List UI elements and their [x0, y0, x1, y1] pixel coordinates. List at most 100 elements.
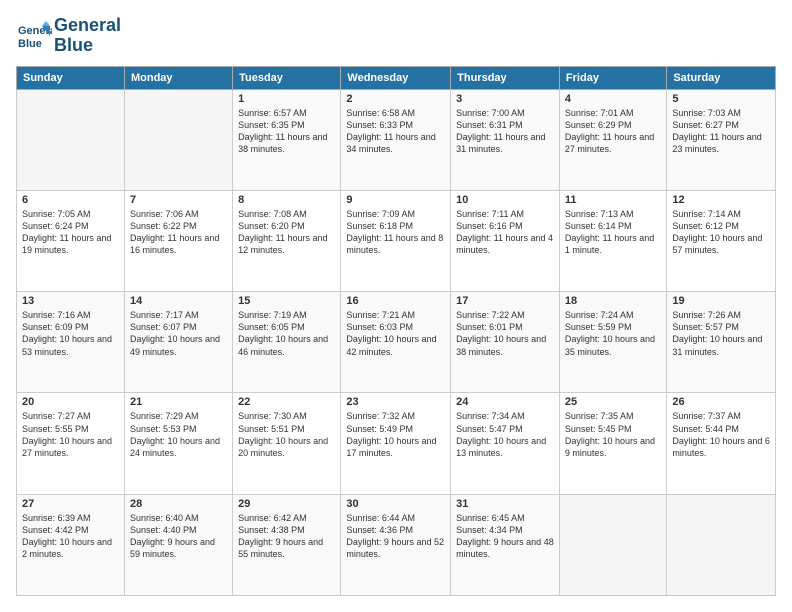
day-number: 31 [456, 498, 554, 510]
day-info: Sunrise: 7:00 AM Sunset: 6:31 PM Dayligh… [456, 107, 554, 156]
day-info: Sunrise: 7:24 AM Sunset: 5:59 PM Dayligh… [565, 309, 661, 358]
day-info: Sunrise: 6:45 AM Sunset: 4:34 PM Dayligh… [456, 512, 554, 561]
logo-icon: General Blue [16, 18, 52, 54]
svg-text:Blue: Blue [18, 38, 42, 50]
day-cell: 24 Sunrise: 7:34 AM Sunset: 5:47 PM Dayli… [451, 393, 560, 494]
day-info: Sunrise: 7:30 AM Sunset: 5:51 PM Dayligh… [238, 410, 335, 459]
day-number: 29 [238, 498, 335, 510]
day-cell: 22 Sunrise: 7:30 AM Sunset: 5:51 PM Dayli… [233, 393, 341, 494]
day-info: Sunrise: 7:05 AM Sunset: 6:24 PM Dayligh… [22, 208, 119, 257]
day-number: 25 [565, 396, 661, 408]
day-info: Sunrise: 7:13 AM Sunset: 6:14 PM Dayligh… [565, 208, 661, 257]
day-info: Sunrise: 7:14 AM Sunset: 6:12 PM Dayligh… [672, 208, 770, 257]
day-number: 12 [672, 194, 770, 206]
day-number: 5 [672, 93, 770, 105]
day-number: 6 [22, 194, 119, 206]
day-cell: 12 Sunrise: 7:14 AM Sunset: 6:12 PM Dayli… [667, 190, 776, 291]
day-cell [667, 494, 776, 595]
day-cell: 26 Sunrise: 7:37 AM Sunset: 5:44 PM Dayli… [667, 393, 776, 494]
day-info: Sunrise: 7:19 AM Sunset: 6:05 PM Dayligh… [238, 309, 335, 358]
day-info: Sunrise: 6:57 AM Sunset: 6:35 PM Dayligh… [238, 107, 335, 156]
day-number: 11 [565, 194, 661, 206]
day-cell: 3 Sunrise: 7:00 AM Sunset: 6:31 PM Daylig… [451, 89, 560, 190]
column-header-tuesday: Tuesday [233, 66, 341, 89]
day-info: Sunrise: 7:01 AM Sunset: 6:29 PM Dayligh… [565, 107, 661, 156]
week-row-1: 1 Sunrise: 6:57 AM Sunset: 6:35 PM Daylig… [17, 89, 776, 190]
column-header-sunday: Sunday [17, 66, 125, 89]
day-cell: 30 Sunrise: 6:44 AM Sunset: 4:36 PM Dayli… [341, 494, 451, 595]
day-info: Sunrise: 7:35 AM Sunset: 5:45 PM Dayligh… [565, 410, 661, 459]
column-header-thursday: Thursday [451, 66, 560, 89]
day-info: Sunrise: 7:09 AM Sunset: 6:18 PM Dayligh… [346, 208, 445, 257]
day-cell: 25 Sunrise: 7:35 AM Sunset: 5:45 PM Dayli… [559, 393, 666, 494]
week-row-2: 6 Sunrise: 7:05 AM Sunset: 6:24 PM Daylig… [17, 190, 776, 291]
day-number: 4 [565, 93, 661, 105]
day-cell: 9 Sunrise: 7:09 AM Sunset: 6:18 PM Daylig… [341, 190, 451, 291]
header: General Blue General Blue [16, 16, 776, 56]
day-number: 14 [130, 295, 227, 307]
day-cell: 1 Sunrise: 6:57 AM Sunset: 6:35 PM Daylig… [233, 89, 341, 190]
day-cell: 13 Sunrise: 7:16 AM Sunset: 6:09 PM Dayli… [17, 292, 125, 393]
column-header-monday: Monday [124, 66, 232, 89]
day-info: Sunrise: 6:44 AM Sunset: 4:36 PM Dayligh… [346, 512, 445, 561]
day-cell: 6 Sunrise: 7:05 AM Sunset: 6:24 PM Daylig… [17, 190, 125, 291]
day-number: 18 [565, 295, 661, 307]
day-number: 7 [130, 194, 227, 206]
calendar-table: SundayMondayTuesdayWednesdayThursdayFrid… [16, 66, 776, 596]
day-cell: 31 Sunrise: 6:45 AM Sunset: 4:34 PM Dayli… [451, 494, 560, 595]
day-cell: 28 Sunrise: 6:40 AM Sunset: 4:40 PM Dayli… [124, 494, 232, 595]
day-number: 3 [456, 93, 554, 105]
day-number: 30 [346, 498, 445, 510]
day-cell [559, 494, 666, 595]
day-number: 16 [346, 295, 445, 307]
day-cell: 20Sunrise: 7:27 AM Sunset: 5:55 PM Dayli… [17, 393, 125, 494]
day-info: Sunrise: 7:21 AM Sunset: 6:03 PM Dayligh… [346, 309, 445, 358]
day-number: 24 [456, 396, 554, 408]
calendar-header: SundayMondayTuesdayWednesdayThursdayFrid… [17, 66, 776, 89]
day-info: Sunrise: 7:34 AM Sunset: 5:47 PM Dayligh… [456, 410, 554, 459]
day-cell: 8 Sunrise: 7:08 AM Sunset: 6:20 PM Daylig… [233, 190, 341, 291]
column-header-friday: Friday [559, 66, 666, 89]
day-number: 9 [346, 194, 445, 206]
week-row-3: 13 Sunrise: 7:16 AM Sunset: 6:09 PM Dayli… [17, 292, 776, 393]
week-row-5: 27Sunrise: 6:39 AM Sunset: 4:42 PM Dayli… [17, 494, 776, 595]
day-number: 19 [672, 295, 770, 307]
day-number: 15 [238, 295, 335, 307]
header-row: SundayMondayTuesdayWednesdayThursdayFrid… [17, 66, 776, 89]
day-cell: 18 Sunrise: 7:24 AM Sunset: 5:59 PM Dayli… [559, 292, 666, 393]
day-number: 26 [672, 396, 770, 408]
day-number: 22 [238, 396, 335, 408]
day-cell: 15 Sunrise: 7:19 AM Sunset: 6:05 PM Dayli… [233, 292, 341, 393]
day-info: Sunrise: 7:08 AM Sunset: 6:20 PM Dayligh… [238, 208, 335, 257]
day-cell: 5 Sunrise: 7:03 AM Sunset: 6:27 PM Daylig… [667, 89, 776, 190]
day-cell: 7 Sunrise: 7:06 AM Sunset: 6:22 PM Daylig… [124, 190, 232, 291]
day-number: 13 [22, 295, 119, 307]
day-cell: 19Sunrise: 7:26 AM Sunset: 5:57 PM Dayli… [667, 292, 776, 393]
day-info: Sunrise: 7:03 AM Sunset: 6:27 PM Dayligh… [672, 107, 770, 156]
day-cell: 27Sunrise: 6:39 AM Sunset: 4:42 PM Dayli… [17, 494, 125, 595]
day-info: Sunrise: 7:37 AM Sunset: 5:44 PM Dayligh… [672, 410, 770, 459]
day-cell: 10Sunrise: 7:11 AM Sunset: 6:16 PM Dayli… [451, 190, 560, 291]
day-cell [124, 89, 232, 190]
day-info: Sunrise: 7:17 AM Sunset: 6:07 PM Dayligh… [130, 309, 227, 358]
day-number: 27 [22, 498, 119, 510]
day-number: 1 [238, 93, 335, 105]
day-cell: 21 Sunrise: 7:29 AM Sunset: 5:53 PM Dayli… [124, 393, 232, 494]
logo-text: General Blue [54, 16, 121, 56]
day-cell [17, 89, 125, 190]
day-cell: 14 Sunrise: 7:17 AM Sunset: 6:07 PM Dayli… [124, 292, 232, 393]
day-number: 20 [22, 396, 119, 408]
page: General Blue General Blue SundayMondayTu… [0, 0, 792, 612]
day-cell: 11 Sunrise: 7:13 AM Sunset: 6:14 PM Dayli… [559, 190, 666, 291]
day-info: Sunrise: 7:06 AM Sunset: 6:22 PM Dayligh… [130, 208, 227, 257]
day-info: Sunrise: 6:40 AM Sunset: 4:40 PM Dayligh… [130, 512, 227, 561]
day-number: 21 [130, 396, 227, 408]
column-header-saturday: Saturday [667, 66, 776, 89]
day-cell: 16 Sunrise: 7:21 AM Sunset: 6:03 PM Dayli… [341, 292, 451, 393]
day-info: Sunrise: 7:16 AM Sunset: 6:09 PM Dayligh… [22, 309, 119, 358]
day-number: 2 [346, 93, 445, 105]
day-info: Sunrise: 7:29 AM Sunset: 5:53 PM Dayligh… [130, 410, 227, 459]
day-number: 28 [130, 498, 227, 510]
day-number: 8 [238, 194, 335, 206]
day-cell: 17Sunrise: 7:22 AM Sunset: 6:01 PM Dayli… [451, 292, 560, 393]
